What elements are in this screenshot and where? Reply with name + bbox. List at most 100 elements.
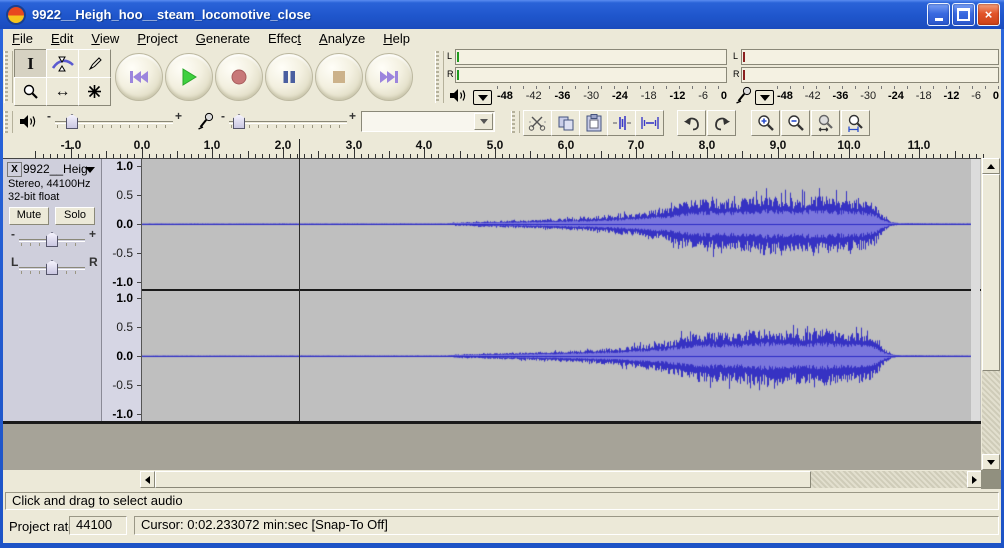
scroll-down-button[interactable] <box>982 454 1000 470</box>
audacity-window: 9922__Heigh_hoo__steam_locomotive_close … <box>0 0 1004 548</box>
output-volume-thumb[interactable] <box>66 114 78 129</box>
mute-button[interactable]: Mute <box>9 207 49 225</box>
input-volume-thumb[interactable] <box>233 114 245 129</box>
meter-scale-label: 0 <box>721 90 727 102</box>
input-meter-menu-button[interactable] <box>755 90 774 105</box>
meter-scale-label: -36 <box>833 90 849 102</box>
input-device-combo[interactable] <box>361 111 495 132</box>
combo-dropdown-button[interactable] <box>474 113 493 130</box>
gain-thumb[interactable] <box>46 232 58 247</box>
play-icon <box>180 68 198 86</box>
output-right-label: R <box>447 70 454 79</box>
pause-icon <box>281 69 297 85</box>
scroll-up-button[interactable] <box>982 158 1000 174</box>
menu-item-edit[interactable]: Edit <box>42 31 82 46</box>
pan-slider[interactable] <box>19 259 85 277</box>
cut-button[interactable] <box>523 110 552 136</box>
trim-icon <box>612 115 632 131</box>
undo-icon <box>683 116 701 131</box>
arrow-right-icon <box>972 476 977 484</box>
copy-button[interactable] <box>551 110 580 136</box>
audacity-app-icon <box>6 5 26 25</box>
asterisk-icon <box>87 84 102 99</box>
amplitude-label: 0.0 <box>116 217 133 231</box>
clipboard-icon <box>586 114 602 132</box>
menu-item-file[interactable]: File <box>3 31 42 46</box>
pause-button[interactable] <box>265 53 313 101</box>
gain-slider[interactable] <box>19 231 85 249</box>
ruler-tick <box>248 151 249 158</box>
silence-selection-button[interactable] <box>635 110 664 136</box>
fit-selection-button[interactable] <box>811 110 840 136</box>
ruler-label: 1.0 <box>204 138 221 152</box>
scroll-right-button[interactable] <box>967 471 982 488</box>
close-button[interactable]: × <box>977 3 1000 26</box>
vscroll-thumb[interactable] <box>982 174 1000 371</box>
solo-button[interactable]: Solo <box>55 207 95 225</box>
menu-item-project[interactable]: Project <box>128 31 186 46</box>
envelope-tool-button[interactable] <box>46 49 79 78</box>
record-button[interactable] <box>215 53 263 101</box>
double-arrow-icon: ↔ <box>55 84 71 100</box>
skip-to-start-button[interactable] <box>115 53 163 101</box>
output-meter-menu-button[interactable] <box>473 90 492 105</box>
menu-item-generate[interactable]: Generate <box>187 31 259 46</box>
edit-toolbar-grip[interactable] <box>511 111 520 133</box>
toolbar-grip[interactable] <box>4 51 13 103</box>
paste-button[interactable] <box>579 110 608 136</box>
amplitude-label: -1.0 <box>112 275 133 289</box>
menu-item-help[interactable]: Help <box>374 31 419 46</box>
scrollbar-left-spacer <box>3 470 140 489</box>
pan-right-label: R <box>89 255 98 269</box>
gain-min-label: - <box>11 227 15 241</box>
ruler-label: 6.0 <box>558 138 575 152</box>
project-rate-value[interactable]: 44100 <box>69 516 127 535</box>
vertical-ruler[interactable]: 1.00.50.0-0.5-1.01.00.50.0-0.5-1.0 <box>102 159 142 421</box>
menu-item-analyze[interactable]: Analyze <box>310 31 374 46</box>
pan-thumb[interactable] <box>46 260 58 275</box>
scroll-left-button[interactable] <box>140 471 155 488</box>
zoom-tool-button[interactable] <box>14 77 47 106</box>
dropdown-arrow-icon <box>760 95 770 101</box>
draw-tool-button[interactable] <box>78 49 111 78</box>
hscroll-thumb[interactable] <box>155 471 811 488</box>
track-close-button[interactable]: X <box>7 162 22 177</box>
input-volume-slider[interactable] <box>229 113 347 131</box>
menu-item-view[interactable]: View <box>82 31 128 46</box>
play-button[interactable] <box>165 53 213 101</box>
output-volume-slider[interactable] <box>55 113 173 131</box>
trim-outside-selection-button[interactable] <box>607 110 636 136</box>
ruler-tick <box>672 151 673 158</box>
pan-left-label: L <box>11 255 18 269</box>
horizontal-scrollbar[interactable] <box>3 470 1001 489</box>
waveform-left-channel[interactable] <box>142 159 981 289</box>
redo-button[interactable] <box>707 110 736 136</box>
stop-button[interactable] <box>315 53 363 101</box>
waveform-display[interactable] <box>142 159 981 421</box>
ibeam-icon: I <box>27 54 34 74</box>
meter-scale-label: -48 <box>777 90 793 102</box>
zoom-out-button[interactable] <box>781 110 810 136</box>
output-meter-bar-left <box>455 49 727 65</box>
title-bar[interactable]: 9922__Heigh_hoo__steam_locomotive_close … <box>0 0 1004 29</box>
skip-to-end-button[interactable] <box>365 53 413 101</box>
ruler-tick <box>601 151 602 158</box>
selection-tool-button[interactable]: I <box>14 49 47 78</box>
fit-project-button[interactable] <box>841 110 870 136</box>
timeshift-tool-button[interactable]: ↔ <box>46 77 79 106</box>
timeline-ruler[interactable]: -1.00.01.02.03.04.05.06.07.08.09.010.011… <box>3 137 1001 159</box>
track-bitdepth-info: 32-bit float <box>8 191 59 203</box>
mixer-toolbar-grip[interactable] <box>4 111 13 133</box>
fit-selection-icon <box>817 114 835 132</box>
ruler-label: 8.0 <box>699 138 716 152</box>
multi-tool-button[interactable] <box>78 77 111 106</box>
undo-button[interactable] <box>677 110 706 136</box>
ruler-label: 11.0 <box>908 138 931 152</box>
zoom-in-button[interactable] <box>751 110 780 136</box>
track-menu-arrow-icon[interactable] <box>85 167 95 173</box>
maximize-button[interactable] <box>952 3 975 26</box>
menu-item-effect[interactable]: Effect <box>259 31 310 46</box>
minimize-button[interactable] <box>927 3 950 26</box>
waveform-right-channel[interactable] <box>142 291 981 421</box>
vertical-scrollbar[interactable] <box>981 158 1001 470</box>
